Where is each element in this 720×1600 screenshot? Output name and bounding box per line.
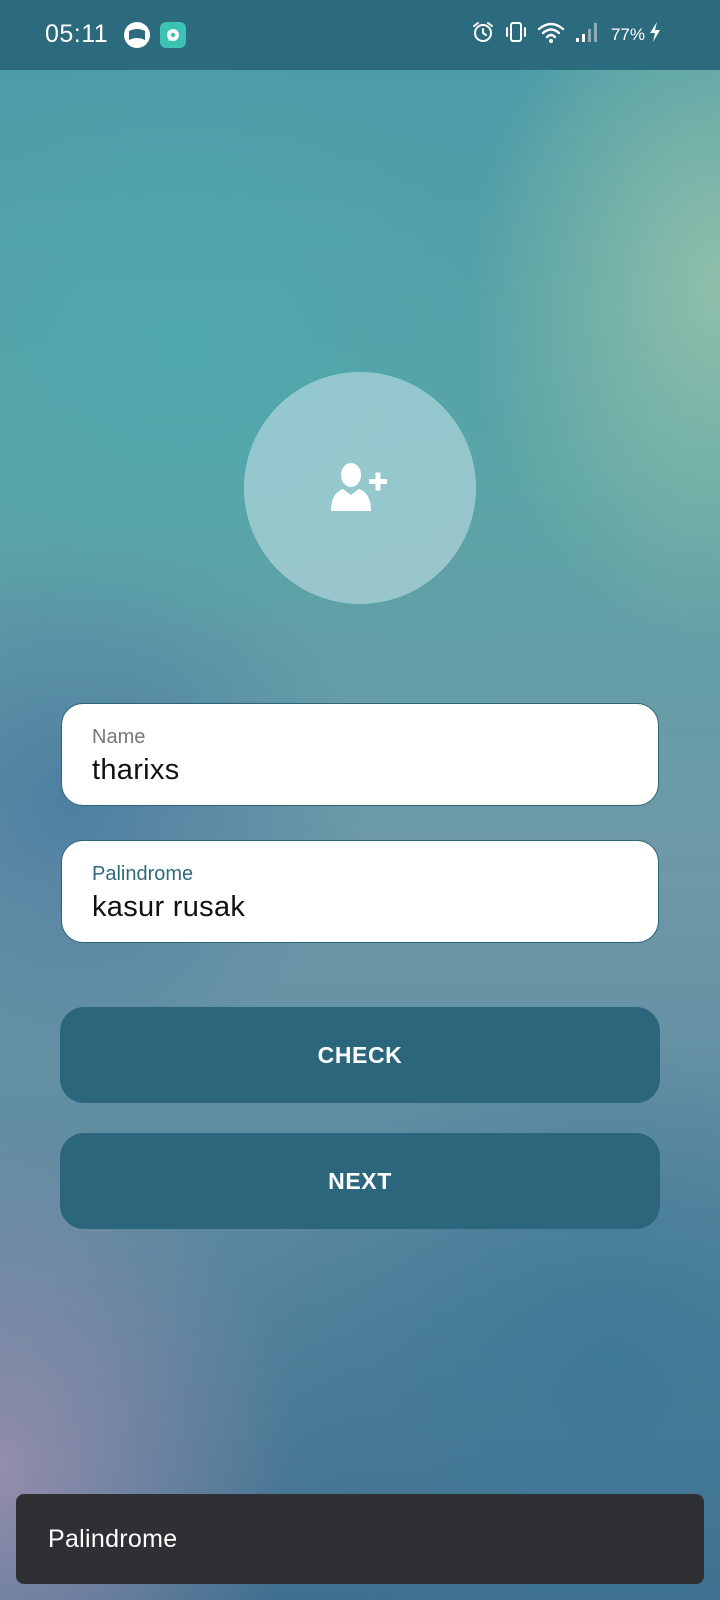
next-button[interactable]: NEXT [60, 1133, 660, 1229]
add-photo-button[interactable] [244, 372, 476, 604]
palindrome-field-label: Palindrome [92, 863, 194, 885]
name-field[interactable]: Name [61, 703, 659, 806]
add-user-icon [331, 459, 389, 518]
notification-icons [124, 22, 186, 48]
mail-app-icon [124, 22, 150, 48]
chat-app-icon [160, 22, 186, 48]
snackbar: Palindrome [16, 1494, 704, 1584]
battery-level: 77% [610, 24, 645, 44]
status-time: 05:11 [45, 20, 109, 48]
alarm-icon [471, 20, 495, 49]
snackbar-message: Palindrome [48, 1524, 178, 1553]
name-field-label: Name [92, 726, 146, 748]
status-bar: 05:11 77% [0, 0, 720, 70]
signal-icon [574, 20, 600, 49]
check-button[interactable]: CHECK [60, 1007, 660, 1103]
vibrate-icon [504, 20, 528, 49]
palindrome-field[interactable]: Palindrome [61, 840, 659, 943]
system-status-icons: 77% [471, 20, 662, 49]
wifi-icon [537, 20, 565, 49]
palindrome-input[interactable] [92, 891, 622, 924]
name-input[interactable] [92, 754, 622, 787]
charging-icon [648, 21, 662, 48]
